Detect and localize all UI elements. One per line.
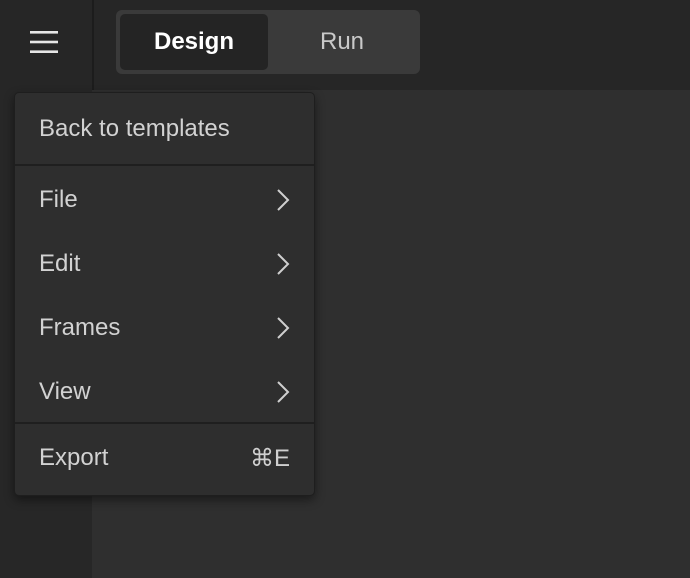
chevron-right-icon: [276, 188, 290, 212]
chevron-right-icon: [276, 252, 290, 276]
menu-item-export[interactable]: Export ⌘E: [15, 426, 314, 490]
shortcut-label: ⌘E: [249, 444, 290, 472]
hamburger-icon: [29, 29, 59, 55]
tab-run[interactable]: Run: [268, 14, 416, 70]
chevron-right-icon: [276, 316, 290, 340]
menu-item-label: Edit: [39, 250, 81, 277]
chevron-right-icon: [276, 380, 290, 404]
main-menu-dropdown: Back to templates File Edit Frames View: [14, 92, 315, 496]
menu-item-view[interactable]: View: [15, 360, 314, 424]
top-toolbar: Design Run: [0, 0, 690, 90]
menu-item-label: Back to templates: [39, 114, 230, 142]
menu-item-label: Frames: [39, 314, 121, 341]
menu-item-edit[interactable]: Edit: [15, 232, 314, 296]
menu-item-label: View: [39, 378, 91, 405]
menu-item-frames[interactable]: Frames: [15, 296, 314, 360]
menu-item-label: Export: [39, 444, 109, 471]
toolbar-divider: [92, 0, 94, 90]
menu-item-file[interactable]: File: [15, 168, 314, 232]
main-menu-button[interactable]: [18, 22, 70, 62]
menu-item-label: File: [39, 186, 78, 213]
mode-toggle: Design Run: [116, 10, 420, 74]
tab-design[interactable]: Design: [120, 14, 268, 70]
menu-item-back-to-templates[interactable]: Back to templates: [15, 93, 314, 164]
menu-divider: [15, 164, 314, 166]
menu-divider: [15, 422, 314, 424]
app-window: Design Run Back to templates File Edit F…: [0, 0, 690, 578]
